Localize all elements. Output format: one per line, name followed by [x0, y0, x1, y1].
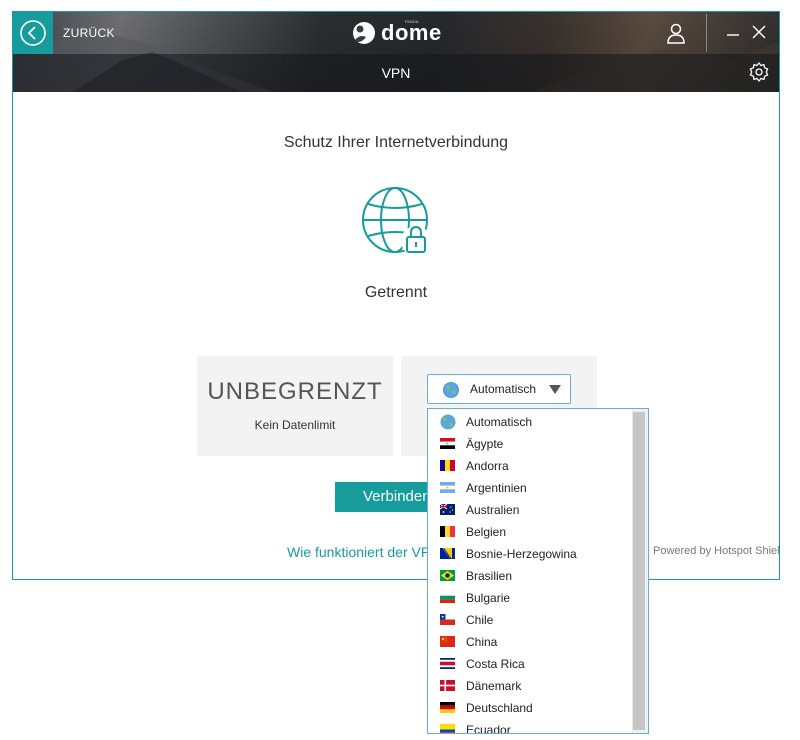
flag-brazil-icon [440, 570, 455, 581]
data-limit-card: UNBEGRENZT Kein Datenlimit [197, 356, 393, 456]
window-controls-separator [706, 14, 707, 52]
flag-bosnia-icon [440, 548, 455, 559]
dropdown-item-label: Brasilien [466, 569, 513, 583]
dropdown-item-brazil[interactable]: Brasilien [428, 565, 628, 587]
flag-andorra-icon [440, 460, 455, 471]
flag-china-icon [440, 636, 455, 647]
dropdown-item-label: Deutschland [466, 701, 533, 715]
panda-dome-logo: dome [351, 20, 442, 46]
dropdown-item-ecuador[interactable]: Ecuador [428, 719, 628, 734]
gear-icon[interactable] [748, 61, 770, 83]
dropdown-item-australia[interactable]: Australien [428, 499, 628, 521]
minimize-icon[interactable] [725, 22, 741, 42]
app-window: ZURÜCK dome PANDA VPN Schutz Ihrer Inter… [12, 11, 780, 580]
connection-status: Getrennt [364, 284, 428, 301]
dropdown-item-denmark[interactable]: Dänemark [428, 675, 628, 697]
dropdown-item-germany[interactable]: Deutschland [428, 697, 628, 719]
dropdown-item-label: Automatisch [466, 415, 533, 429]
powered-by-text: Powered by Hotspot Shield [653, 545, 780, 557]
dropdown-item-chile[interactable]: Chile [428, 609, 628, 631]
dropdown-item-andorra[interactable]: Andorra [428, 455, 628, 477]
page-title: VPN [381, 65, 411, 81]
dropdown-item-label: Belgien [466, 525, 507, 539]
flag-belgium-icon [440, 526, 455, 537]
panda-logo-icon [353, 22, 375, 44]
dropdown-item-egypt[interactable]: Ägypte [428, 433, 628, 455]
flag-ecuador-icon [440, 724, 455, 733]
caret-down-icon [549, 385, 561, 394]
user-icon[interactable] [665, 22, 687, 44]
section-heading: Schutz Ihrer Internetverbindung [283, 134, 509, 151]
location-select[interactable]: Automatisch [427, 374, 571, 404]
dropdown-item-label: China [466, 635, 498, 649]
flag-egypt-icon [440, 438, 455, 449]
flag-costa-rica-icon [440, 658, 455, 669]
dropdown-item-china[interactable]: China [428, 631, 628, 653]
dropdown-item-label: Ecuador [466, 723, 511, 734]
dropdown-item-belgium[interactable]: Belgien [428, 521, 628, 543]
close-icon[interactable] [751, 22, 767, 42]
dropdown-item-argentina[interactable]: Argentinien [428, 477, 628, 499]
dropdown-item-automatisch[interactable]: Automatisch [428, 411, 628, 433]
globe-icon [443, 382, 459, 398]
dropdown-item-label: Argentinien [466, 481, 527, 495]
logo-small-text: PANDA [405, 19, 419, 24]
dropdown-item-label: Bosnie-Herzegowina [466, 547, 577, 561]
globe-lock-icon [362, 187, 431, 256]
flag-germany-icon [440, 702, 455, 713]
flag-denmark-icon [440, 680, 455, 691]
flag-argentina-icon [440, 482, 455, 493]
dropdown-item-bosnia[interactable]: Bosnie-Herzegowina [428, 543, 628, 565]
dropdown-item-label: Australien [466, 503, 520, 517]
dropdown-scrollbar-thumb[interactable] [633, 412, 645, 730]
data-limit-caption: Kein Datenlimit [254, 418, 336, 432]
flag-bulgaria-icon [440, 592, 455, 603]
help-link[interactable]: Wie funktioniert der VPN? [287, 544, 448, 560]
dropdown-item-label: Andorra [466, 459, 509, 473]
data-limit-value: UNBEGRENZT [207, 378, 383, 405]
dropdown-item-costa-rica[interactable]: Costa Rica [428, 653, 628, 675]
globe-icon [440, 414, 456, 430]
dropdown-item-label: Costa Rica [466, 657, 525, 671]
dropdown-item-label: Chile [466, 613, 494, 627]
dropdown-item-label: Bulgarie [466, 591, 511, 605]
location-dropdown-list[interactable]: Automatisch Ägypte Andorra Argentinien A… [427, 408, 649, 734]
flag-australia-icon [440, 504, 455, 515]
dropdown-item-bulgaria[interactable]: Bulgarie [428, 587, 628, 609]
chevron-left-circle-icon [20, 20, 46, 46]
back-label[interactable]: ZURÜCK [63, 26, 115, 40]
location-select-label: Automatisch [470, 382, 537, 396]
flag-chile-icon [440, 614, 455, 625]
dropdown-item-label: Ägypte [466, 437, 504, 451]
dropdown-item-label: Dänemark [466, 679, 522, 693]
back-button[interactable] [13, 12, 53, 54]
